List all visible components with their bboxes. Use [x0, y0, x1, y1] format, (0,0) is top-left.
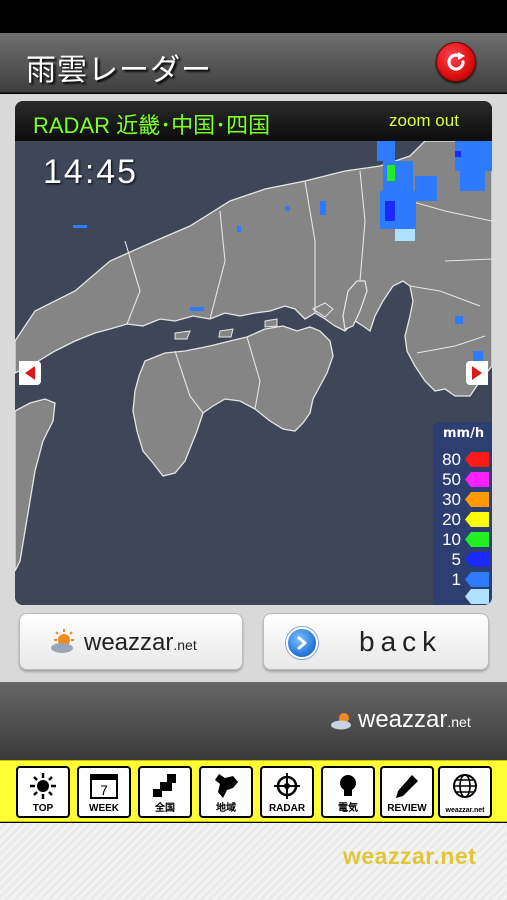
refresh-button[interactable]: [436, 42, 476, 82]
legend-value: 30: [442, 490, 461, 509]
legend-swatch: [465, 589, 489, 604]
weazzar-footer-logo-icon: [331, 713, 351, 730]
legend-swatch: [465, 492, 489, 507]
tab-electricity[interactable]: 電気: [321, 766, 375, 818]
next-area-button[interactable]: [466, 361, 488, 385]
legend-row: 80: [433, 450, 492, 470]
footer-logo-name: weazzar: [358, 706, 448, 733]
tab-label: WEEK: [89, 803, 119, 814]
radar-map[interactable]: [15, 141, 492, 605]
tab-label: RADAR: [268, 803, 306, 814]
sun-icon: [30, 773, 56, 799]
back-label: back: [359, 626, 443, 657]
weazzar-button-text: weazzar: [84, 629, 174, 656]
globe-icon: [453, 774, 477, 798]
calendar-icon: 7: [90, 774, 118, 799]
legend-swatch: [465, 512, 489, 527]
app-header: 雨雲レーダー: [0, 33, 507, 93]
hokkaido-icon: [215, 774, 238, 798]
pencil-icon: [396, 775, 418, 798]
tab-label: REVIEW: [387, 803, 427, 814]
tab-label: TOP: [32, 803, 54, 814]
weazzar-button-label: weazzar.net: [84, 629, 197, 657]
radar-title-bar: RADAR 近畿･中国･四国 zoom out: [15, 101, 492, 141]
legend-value: 5: [451, 550, 461, 569]
legend-row: 20: [433, 510, 492, 530]
previous-area-button[interactable]: [19, 361, 41, 385]
back-button[interactable]: back: [263, 613, 489, 670]
tab-label: 地域: [216, 803, 236, 814]
weazzar-button-suffix: .net: [173, 637, 197, 653]
bottom-tab-bar: TOP 7 WEEK 全国 地域 RADAR 電気 REVIEW weazzar…: [0, 760, 507, 822]
bottom-brand: weazzar.net: [343, 843, 477, 869]
legend-row: 5: [433, 550, 492, 570]
weazzar-logo-icon: [51, 629, 74, 653]
radar-icon: [274, 773, 300, 799]
tab-top[interactable]: TOP: [16, 766, 70, 818]
legend-value: 80: [442, 450, 461, 469]
radar-time: 14:45: [43, 153, 139, 191]
tab-label: weazzar.net: [445, 807, 485, 814]
page-title: 雨雲レーダー: [26, 53, 212, 88]
refresh-icon: [447, 52, 465, 71]
tab-nationwide[interactable]: 全国: [138, 766, 192, 818]
legend-row: 50: [433, 470, 492, 490]
legend-swatch: [465, 572, 489, 587]
legend-row: 10: [433, 530, 492, 550]
legend-value: 50: [442, 470, 461, 489]
legend-row: [433, 587, 492, 605]
radar-title: RADAR 近畿･中国･四国: [33, 113, 271, 138]
legend-swatch: [465, 552, 489, 567]
legend-swatch: [465, 452, 489, 467]
status-bar: [0, 0, 507, 33]
radar-panel: RADAR 近畿･中国･四国 zoom out 14:45 mm/h 80 50…: [15, 101, 492, 605]
tab-region[interactable]: 地域: [199, 766, 253, 818]
tab-radar[interactable]: RADAR: [260, 766, 314, 818]
tab-label: 全国: [155, 803, 175, 814]
legend-row: 30: [433, 490, 492, 510]
footer-logo-text: weazzar.net: [358, 706, 471, 734]
tab-week[interactable]: 7 WEEK: [77, 766, 131, 818]
tab-review[interactable]: REVIEW: [380, 766, 434, 818]
legend-swatch: [465, 532, 489, 547]
rain-legend: mm/h 80 50 30 20 10 5 1: [433, 422, 492, 605]
legend-unit: mm/h: [443, 426, 485, 441]
arrow-left-icon: [25, 366, 35, 380]
tab-label: 電気: [338, 803, 358, 814]
back-arrow-icon: [286, 627, 318, 659]
bulb-icon: [340, 775, 356, 796]
footer-logo-suffix: .net: [447, 714, 471, 730]
zoom-out-button[interactable]: zoom out: [389, 111, 459, 131]
legend-value: 20: [442, 510, 461, 529]
arrow-right-icon: [472, 366, 482, 380]
legend-value: 10: [442, 530, 461, 549]
legend-swatch: [465, 472, 489, 487]
calendar-badge: 7: [100, 782, 108, 798]
tab-website[interactable]: weazzar.net: [438, 766, 492, 818]
japan-map-icon: [153, 774, 176, 797]
weazzar-button[interactable]: weazzar.net: [19, 613, 243, 670]
